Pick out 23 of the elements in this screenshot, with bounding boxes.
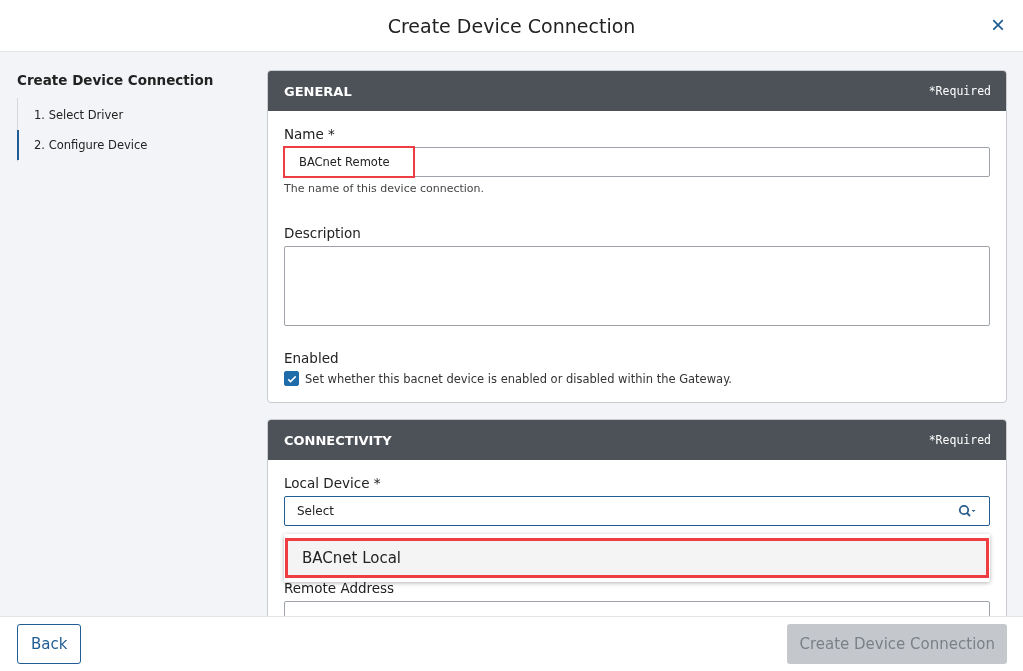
dropdown-option[interactable]: BACnet Local bbox=[285, 538, 989, 578]
panel-title: GENERAL bbox=[284, 83, 352, 99]
required-note: *Required bbox=[928, 433, 991, 447]
checkbox-label: Set whether this bacnet device is enabled or disabled within the Gateway. bbox=[305, 371, 732, 386]
field-label: Description bbox=[284, 225, 362, 241]
name-field[interactable]: BACnet Remote bbox=[284, 147, 990, 177]
help-text: The name of this device connection. bbox=[284, 182, 486, 195]
required-note: *Required bbox=[928, 84, 991, 98]
panel-title: CONNECTIVITY bbox=[284, 432, 392, 448]
field-label: Name * bbox=[284, 126, 336, 142]
back-button[interactable]: Back bbox=[17, 624, 82, 664]
local-device-field[interactable]: Select bbox=[284, 496, 990, 526]
checkbox[interactable] bbox=[284, 371, 299, 386]
step-item[interactable]: 1. Select Driver bbox=[17, 100, 267, 130]
field-label: Enabled bbox=[284, 350, 340, 366]
window-title: Create Device Connection bbox=[387, 14, 636, 37]
field-value: BACnet Remote bbox=[283, 146, 416, 178]
field-label: Local Device * bbox=[284, 475, 382, 491]
sidebar-title: Create Device Connection bbox=[17, 72, 215, 88]
description-field[interactable] bbox=[284, 246, 990, 326]
search-icon bbox=[958, 504, 976, 518]
close-button[interactable]: × bbox=[987, 12, 1009, 38]
field-label: Remote Address bbox=[284, 580, 396, 596]
